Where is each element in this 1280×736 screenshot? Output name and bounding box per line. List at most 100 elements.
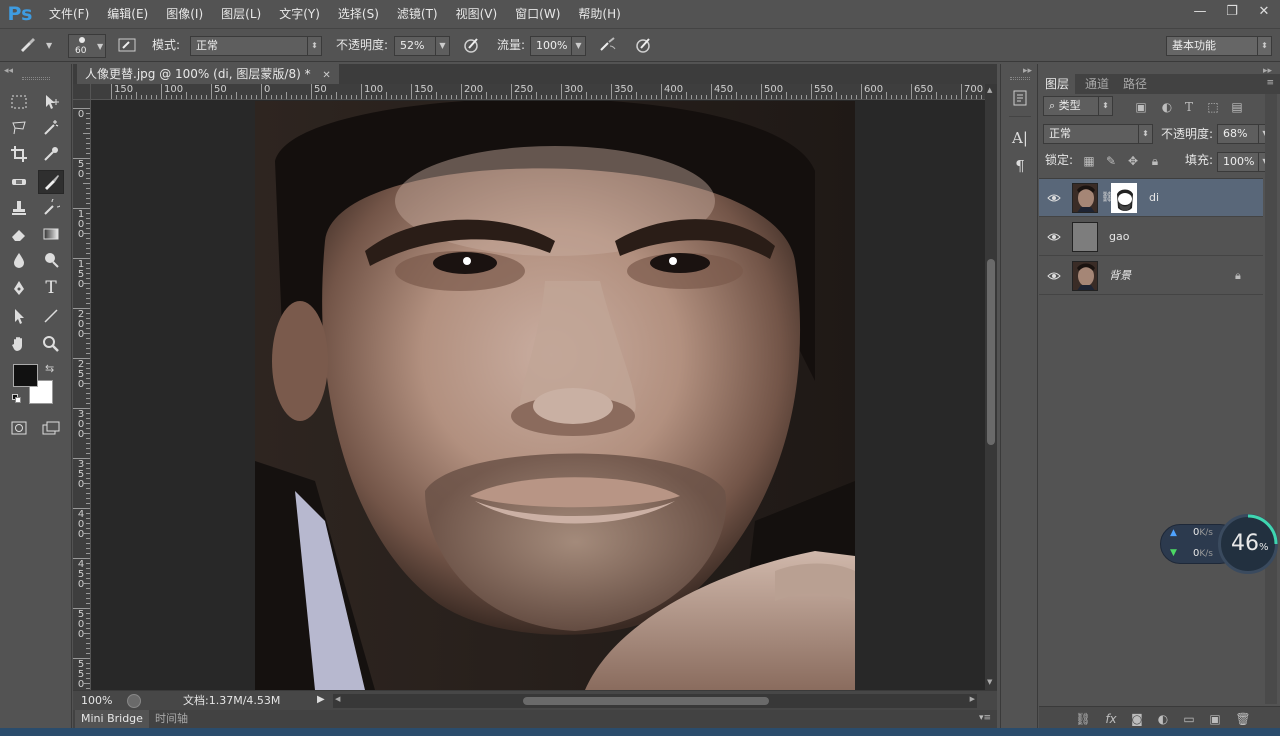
zoom-level[interactable]: 100%	[81, 691, 112, 711]
dodge-tool-icon[interactable]	[38, 248, 64, 272]
magic-wand-icon[interactable]	[38, 116, 64, 140]
ruler-origin[interactable]	[73, 84, 91, 100]
new-group-icon[interactable]: ▭	[1181, 711, 1197, 727]
character-panel-icon[interactable]: A|	[1007, 126, 1033, 150]
minimize-button[interactable]: —	[1184, 0, 1216, 22]
hand-tool-icon[interactable]	[6, 332, 32, 356]
filter-shape-icon[interactable]: ⬚	[1205, 99, 1221, 115]
lock-all-icon[interactable]: 🔒︎	[1147, 153, 1163, 169]
fx-icon[interactable]: fx	[1103, 711, 1119, 727]
marquee-tool-icon[interactable]	[6, 90, 32, 114]
horizontal-ruler[interactable]: 150 100 50 0 50 100 150 200 250 300 350 400 450 500 55…	[91, 84, 985, 100]
lock-image-icon[interactable]: ✎	[1103, 153, 1119, 169]
document-tab[interactable]: 人像更替.jpg @ 100% (di, 图层蒙版/8) * ✕	[77, 64, 339, 84]
canvas[interactable]	[91, 101, 985, 690]
type-tool-icon[interactable]: T	[38, 276, 64, 300]
airbrush-icon[interactable]	[596, 34, 620, 56]
visibility-eye-icon[interactable]	[1047, 230, 1061, 244]
menu-file[interactable]: 文件(F)	[40, 0, 98, 28]
menu-help[interactable]: 帮助(H)	[569, 0, 629, 28]
menu-type[interactable]: 文字(Y)	[270, 0, 329, 28]
tab-layers[interactable]: 图层	[1039, 74, 1076, 94]
brush-tool-icon[interactable]	[38, 170, 64, 194]
dock-grip[interactable]	[1010, 77, 1030, 80]
tab-channels[interactable]: 通道	[1079, 74, 1115, 94]
add-mask-icon[interactable]: ◙	[1129, 711, 1145, 727]
filter-pixel-icon[interactable]: ▣	[1133, 99, 1149, 115]
restore-button[interactable]: ❐	[1216, 0, 1248, 22]
tab-paths[interactable]: 路径	[1117, 74, 1153, 94]
scroll-up-icon[interactable]: ▲	[987, 86, 992, 94]
chevron-down-icon[interactable]: ▼	[435, 37, 449, 55]
toolbox-grip[interactable]	[22, 77, 50, 80]
layer-name[interactable]: di	[1149, 179, 1159, 217]
brush-tool-preset-icon[interactable]	[16, 34, 40, 56]
layers-scrollbar[interactable]	[1265, 94, 1277, 704]
spot-healing-icon[interactable]	[6, 170, 32, 194]
delete-layer-icon[interactable]: 🗑︎	[1235, 711, 1251, 727]
history-brush-icon[interactable]	[38, 196, 64, 220]
panel-menu-icon[interactable]: ▾≡	[979, 713, 991, 723]
menu-view[interactable]: 视图(V)	[447, 0, 507, 28]
preset-dropdown-icon[interactable]: ▼	[46, 41, 52, 50]
workspace-select[interactable]: 基本功能 ⬍	[1166, 36, 1272, 56]
pen-tool-icon[interactable]	[6, 276, 32, 300]
gradient-tool-icon[interactable]	[38, 222, 64, 246]
lock-transparent-icon[interactable]: ▦	[1081, 153, 1097, 169]
vertical-scroll-thumb[interactable]	[987, 259, 995, 445]
mode-select[interactable]: 正常 ⬍	[190, 36, 322, 56]
opacity-input[interactable]: 52% ▼	[394, 36, 450, 56]
menu-select[interactable]: 选择(S)	[329, 0, 388, 28]
menu-image[interactable]: 图像(I)	[157, 0, 212, 28]
collapse-toolbox-icon[interactable]: ◂◂	[4, 66, 13, 76]
move-tool-icon[interactable]	[38, 90, 64, 114]
swap-colors-icon[interactable]: ⇆	[45, 362, 54, 375]
link-layers-icon[interactable]: ⛓︎	[1075, 711, 1091, 727]
vertical-ruler[interactable]: 0 5 0 1 0 0 1 5 0 2 0 0 2 5 0 3 0 0 3 5 0 4 0 0 4…	[73, 100, 91, 690]
scroll-right-icon[interactable]: ▶	[970, 695, 975, 703]
horizontal-scrollbar[interactable]: ◀ ▶	[333, 694, 977, 708]
menu-window[interactable]: 窗口(W)	[506, 0, 569, 28]
layer-name[interactable]: gao	[1109, 218, 1129, 256]
close-tab-icon[interactable]: ✕	[322, 70, 330, 81]
clone-stamp-icon[interactable]	[6, 196, 32, 220]
chevron-down-icon[interactable]: ▼	[571, 37, 585, 55]
visibility-eye-icon[interactable]	[1047, 191, 1061, 205]
lock-position-icon[interactable]: ✥	[1125, 153, 1141, 169]
scroll-down-icon[interactable]: ▼	[987, 678, 992, 686]
adjustment-layer-icon[interactable]: ◐	[1155, 711, 1171, 727]
foreground-color-swatch-top[interactable]	[13, 364, 38, 387]
brush-panel-toggle-icon[interactable]	[115, 34, 139, 56]
blur-tool-icon[interactable]	[6, 248, 32, 272]
scroll-left-icon[interactable]: ◀	[335, 695, 340, 703]
opacity-pressure-icon[interactable]	[460, 34, 484, 56]
lasso-tool-icon[interactable]	[6, 116, 32, 140]
size-pressure-icon[interactable]	[632, 34, 656, 56]
filter-smart-object-icon[interactable]: ▤	[1229, 99, 1245, 115]
layer-mask-thumbnail[interactable]	[1111, 183, 1137, 213]
line-tool-icon[interactable]	[38, 304, 64, 328]
layer-name[interactable]: 背景	[1109, 257, 1131, 295]
zoom-tool-icon[interactable]	[38, 332, 64, 356]
quick-mask-icon[interactable]	[6, 416, 32, 440]
eraser-tool-icon[interactable]	[6, 222, 32, 246]
status-menu-arrow-icon[interactable]: ▶	[317, 694, 325, 705]
layer-row-background[interactable]: 背景 🔒︎	[1039, 257, 1263, 295]
tab-mini-bridge[interactable]: Mini Bridge	[75, 710, 149, 728]
filter-adjustment-icon[interactable]: ◐	[1159, 99, 1175, 115]
crop-tool-icon[interactable]	[6, 142, 32, 166]
history-panel-icon[interactable]	[1007, 86, 1033, 110]
eyedropper-tool-icon[interactable]	[38, 142, 64, 166]
layer-filter-select[interactable]: ⌕ 类型 ⬍	[1043, 96, 1113, 116]
path-selection-icon[interactable]	[6, 304, 32, 328]
network-speed-widget[interactable]: ▲ 0K/s ▼ 0K/s 46%	[1160, 514, 1278, 576]
status-info-icon[interactable]	[127, 694, 141, 708]
layers-panel-menu-icon[interactable]: ≡	[1266, 78, 1274, 88]
layer-row-gao[interactable]: gao	[1039, 218, 1263, 256]
default-colors-icon[interactable]	[12, 394, 22, 404]
filter-type-icon[interactable]: T	[1181, 99, 1197, 115]
tab-timeline[interactable]: 时间轴	[149, 710, 194, 728]
brush-size-picker[interactable]: 60 ▼	[68, 34, 106, 58]
paragraph-panel-icon[interactable]: ¶	[1007, 154, 1033, 178]
screen-mode-icon[interactable]	[38, 416, 64, 440]
